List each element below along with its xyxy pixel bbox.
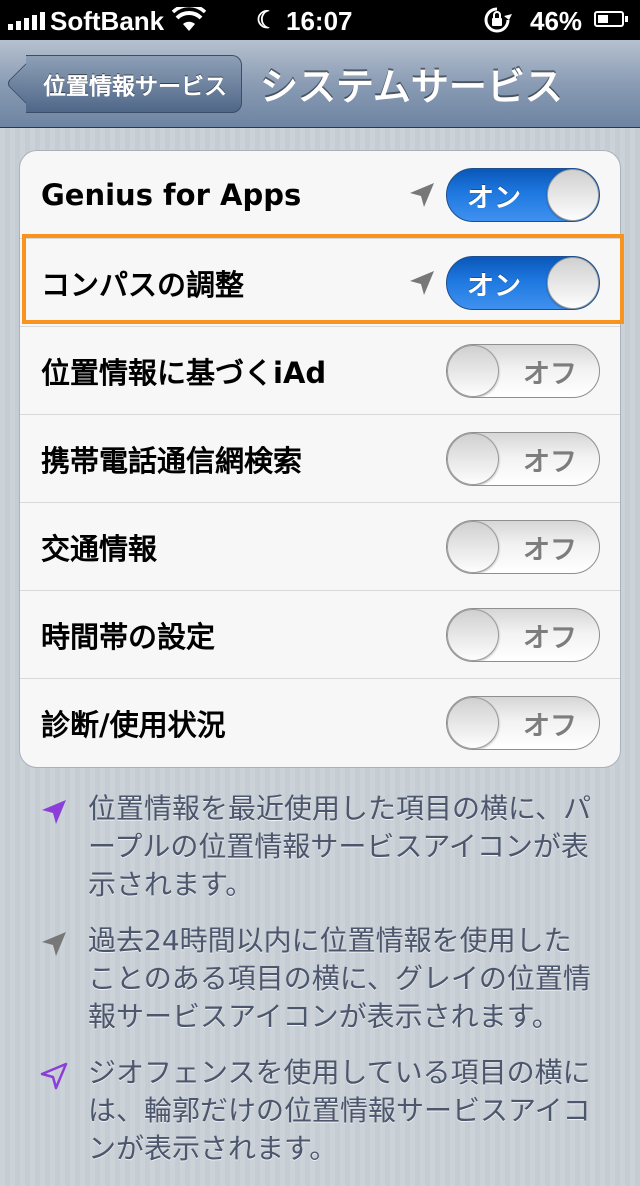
toggle-state-label: オフ [523,446,577,478]
status-bar: SoftBank ☾ 16:07 46% [0,0,640,40]
rotation-lock-icon [484,7,512,33]
traffic-toggle[interactable]: オフ [446,520,600,574]
battery-icon [594,11,628,27]
note-text: ジオフェンスを使用している項目の横には、輪郭だけの位置情報サービスアイコンが表示… [88,1056,591,1165]
battery-percentage: 46% [530,6,583,36]
toggle-state-label: オン [467,182,521,214]
note-item: ジオフェンスを使用している項目の横には、輪郭だけの位置情報サービスアイコンが表示… [38,1054,598,1168]
diagnostics-usage-toggle[interactable]: オフ [446,696,600,750]
toggle-state-label: オフ [523,534,577,566]
toggle-state-label: オフ [523,358,577,390]
row-label: コンパスの調整 [41,268,245,302]
toggle-state-label: オフ [523,710,577,742]
settings-row-genius-for-apps: Genius for Apps オン [20,151,620,239]
note-item: 過去24時間以内に位置情報を使用したことのある項目の横に、グレイの位置情報サービ… [38,922,598,1036]
row-label: 交通情報 [41,532,158,566]
gray-location-arrow-icon [42,932,66,956]
row-label: 位置情報に基づくiAd [41,356,327,390]
location-icon-legend: 位置情報を最近使用した項目の横に、パープルの位置情報サービスアイコンが表示されま… [38,790,598,1186]
settings-row-location-based-iad: 位置情報に基づくiAd オフ [20,327,620,415]
do-not-disturb-moon-icon: ☾ [256,7,278,34]
note-text: 位置情報を最近使用した項目の横に、パープルの位置情報サービスアイコンが表示されま… [88,792,592,901]
toggle-knob [547,257,599,309]
status-time: 16:07 [286,6,353,36]
note-text: 過去24時間以内に位置情報を使用したことのある項目の横に、グレイの位置情報サービ… [88,924,591,1033]
back-button-label: 位置情報サービス [43,74,227,100]
row-label: Genius for Apps [41,178,302,212]
purple-outline-location-arrow-icon [40,1062,68,1090]
settings-row-traffic: 交通情報 オフ [20,503,620,591]
back-button[interactable]: 位置情報サービス [5,54,242,113]
cell-network-search-toggle[interactable]: オフ [446,432,600,486]
toggle-knob [447,521,499,573]
carrier-name: SoftBank [50,6,165,36]
purple-location-arrow-icon [42,800,66,824]
row-label: 時間帯の設定 [41,620,216,654]
note-item: 位置情報を最近使用した項目の横に、パープルの位置情報サービスアイコンが表示されま… [38,790,598,904]
toggle-knob [447,345,499,397]
settings-row-diagnostics-usage: 診断/使用状況 オフ [20,679,620,767]
row-label: 診断/使用状況 [41,708,226,742]
page-title: システムサービス [260,65,563,109]
toggle-knob [447,697,499,749]
genius-for-apps-toggle[interactable]: オン [446,168,600,222]
settings-row-compass-calibration: コンパスの調整 オン [20,239,620,327]
system-services-list: Genius for Apps オン コンパスの調整 オン 位置情報に基づくiA… [19,150,621,768]
wifi-icon [172,7,206,31]
compass-calibration-toggle[interactable]: オン [446,256,600,310]
toggle-state-label: オン [467,270,521,302]
signal-strength-icon [8,12,45,30]
navigation-bar: 位置情報サービス システムサービス [0,40,640,128]
toggle-knob [547,169,599,221]
gray-location-arrow-icon [410,271,434,295]
battery-fill [598,15,608,23]
toggle-knob [447,433,499,485]
settings-row-cell-network-search: 携帯電話通信網検索 オフ [20,415,620,503]
time-zone-toggle[interactable]: オフ [446,608,600,662]
gray-location-arrow-icon [410,183,434,207]
location-based-iad-toggle[interactable]: オフ [446,344,600,398]
toggle-knob [447,609,499,661]
row-label: 携帯電話通信網検索 [41,444,303,478]
settings-row-time-zone: 時間帯の設定 オフ [20,591,620,679]
toggle-state-label: オフ [523,622,577,654]
